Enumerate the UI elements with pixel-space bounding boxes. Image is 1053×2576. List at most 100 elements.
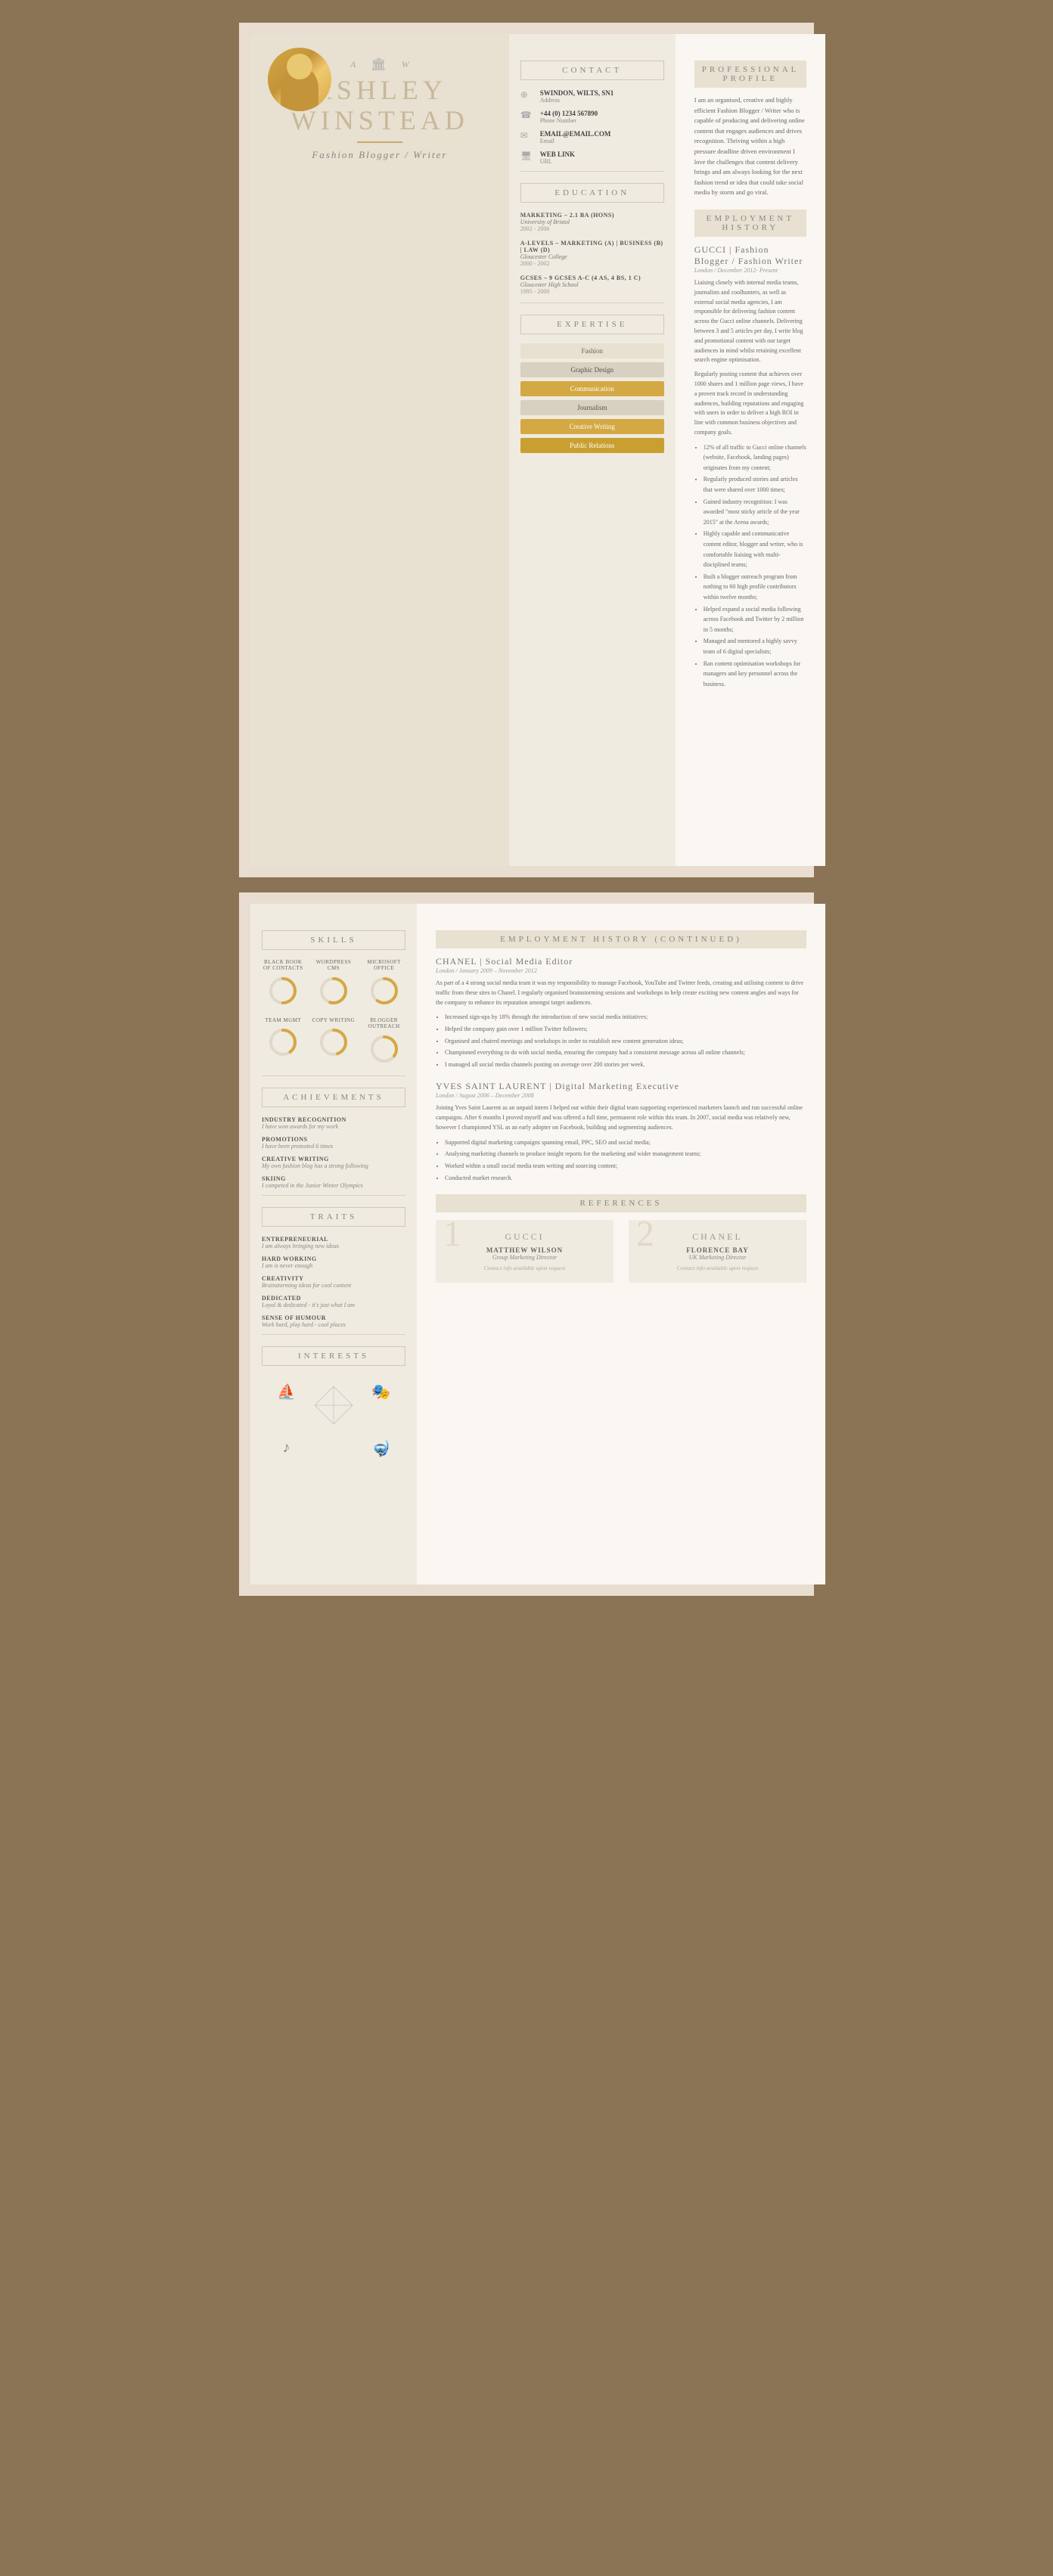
reference-card-1: 2 CHANEL FLORENCE BAY UK Marketing Direc… [629,1220,806,1283]
job-bullets-chanel: Increased sign-ups by 18% through the in… [436,1012,806,1069]
job-desc-ysl-0: Joining Yves Saint Laurent as an unpaid … [436,1103,806,1132]
contact-web-info: WEB LINK URL [540,151,575,165]
edu-school-0: University of Bristol [520,219,664,225]
achievement-title-3: SKIING [262,1175,405,1182]
interests-grid: ⛵ 🎭 ♪ 🤿 [262,1375,405,1466]
employment-continued-header: EMPLOYMENT HISTORY (CONTINUED) [436,930,806,948]
sidebar-divider-1 [520,171,664,172]
interest-icon-3: 🤿 [364,1439,398,1458]
contact-email-info: EMAIL@EMAIL.COM Email [540,130,611,144]
edu-year-2: 1995 - 2000 [520,288,664,295]
edu-item-0: MARKETING – 2.1 BA (Hons) University of … [520,212,664,232]
skills-section-header: SKILLS [262,930,405,950]
web-icon: 🖥 [520,151,534,164]
achievement-desc-2: My own fashion blog has a strong followi… [262,1162,405,1169]
skill-label-3: TEAM MGMT [262,1017,305,1023]
interests-section-header: INTERESTS [262,1346,405,1366]
header-icon-w: W [402,59,409,70]
expertise-item-1: Graphic Design [520,362,664,377]
edu-item-2: GCSEs – 9 GCSEs A-C (4 As, 4 Bs, 1 C) Gl… [520,275,664,295]
contact-phone-info: +44 (0) 1234 567890 Phone Number [540,110,598,124]
ref-name-1: FLORENCE BAY [640,1246,795,1254]
achievement-item-2: CREATIVE WRITING My own fashion blog has… [262,1156,405,1169]
skill-item-0: BLACK BOOK OF CONTACTS [262,959,305,1010]
name-divider [357,141,402,143]
bullet-item: Highly capable and communicative content… [704,529,806,570]
job-desc-0-0: Liaising closely with internal media tea… [694,278,806,365]
expertise-label-2: Communication [570,385,614,393]
bullet-item: Increased sign-ups by 18% through the in… [445,1012,806,1023]
achievement-desc-1: I have been promoted 6 times [262,1143,405,1150]
phone-icon: ☎ [520,110,534,123]
trait-item-0: ENTREPRENEURIAL I am always bringing new… [262,1236,405,1249]
contact-item-web: 🖥 WEB LINK URL [520,151,664,165]
address-label: SWINDON, WILTS, SN1 [540,89,614,97]
skills-grid: BLACK BOOK OF CONTACTS WORDPRESS CMS [262,959,405,1068]
avatar-image [268,48,331,111]
web-label: WEB LINK [540,151,575,158]
job-title: Fashion Blogger / Writer [290,149,469,161]
ref-name-0: MATTHEW WILSON [447,1246,602,1254]
expertise-label-1: Graphic Design [570,366,613,374]
job-bullets-ysl: Supported digital marketing campaigns sp… [436,1137,806,1183]
job-entry-0: GUCCI | Fashion Blogger / Fashion Writer… [694,244,806,689]
page-1-wrapper: A 🏛 W ASHLEY WINSTEAD Fashion Blogger / … [239,23,814,877]
expertise-label-3: Journalism [577,404,607,411]
reference-card-0: 1 GUCCI MATTHEW WILSON Group Marketing D… [436,1220,613,1283]
header-icon-a: A [350,59,356,70]
trait-desc-2: Brainstorming ideas for cool content [262,1282,405,1289]
references-section-header: REFERENCES [436,1194,806,1212]
bullet-item: Supported digital marketing campaigns sp… [445,1137,806,1148]
email-sub: Email [540,138,611,144]
ref-role-1: UK Marketing Director [640,1254,795,1261]
interest-center [311,1383,356,1432]
sidebar-divider-4 [262,1195,405,1196]
trait-item-2: CREATIVITY Brainstorming ideas for cool … [262,1275,405,1289]
expertise-item-4: Creative Writing [520,419,664,434]
page-2: SKILLS BLACK BOOK OF CONTACTS WOR [250,904,825,1584]
skill-ring-4 [318,1027,349,1057]
interest-center-2 [311,1439,356,1458]
edu-degree-2: GCSEs – 9 GCSEs A-C (4 As, 4 Bs, 1 C) [520,275,664,281]
bullet-item: Analysing marketing channels to produce … [445,1149,806,1159]
trait-title-3: DEDICATED [262,1295,405,1302]
bullet-item: Organised and chaired meetings and works… [445,1036,806,1047]
skill-label-4: COPY WRITING [312,1017,356,1023]
achievement-title-2: CREATIVE WRITING [262,1156,405,1162]
education-section-header: EDUCATION [520,183,664,203]
traits-section-header: TRAITS [262,1207,405,1227]
achievements-section-header: ACHIEVEMENTS [262,1088,405,1107]
bullet-item: Worked within a small social media team … [445,1161,806,1172]
skill-item-5: BLOGGER OUTREACH [362,1017,405,1068]
ref-role-0: Group Marketing Director [447,1254,602,1261]
trait-desc-0: I am always bringing new ideas [262,1243,405,1249]
sidebar-2: SKILLS BLACK BOOK OF CONTACTS WOR [250,904,417,1584]
email-label: EMAIL@EMAIL.COM [540,130,611,138]
header-icon-crown: 🏛 [371,57,386,72]
expertise-label-5: Public Relations [570,442,614,449]
job-location-chanel: London / January 2009 – November 2012 [436,967,806,974]
expertise-item-2: Communication [520,381,664,396]
bullet-item: Ran content optimisation workshops for m… [704,659,806,690]
contact-item-address: ⊕ SWINDON, WILTS, SN1 Address [520,89,664,104]
expertise-section-header: EXPERTISE [520,315,664,334]
bullet-item: Managed and mentored a highly savvy team… [704,636,806,656]
sidebar-divider-5 [262,1334,405,1335]
skill-label-2: MICROSOFT OFFICE [362,959,405,972]
phone-label: +44 (0) 1234 567890 [540,110,598,117]
skill-ring-0 [268,976,298,1006]
sidebar: CONTACT ⊕ SWINDON, WILTS, SN1 Address ☎ … [509,34,676,866]
ref-company-0: GUCCI [447,1231,602,1243]
interest-icon-1: 🎭 [364,1383,398,1432]
contact-item-phone: ☎ +44 (0) 1234 567890 Phone Number [520,110,664,124]
trait-title-4: SENSE OF HUMOUR [262,1314,405,1321]
expertise-label-0: Fashion [581,347,603,355]
job-location-ysl: London / August 2006 – December 2008 [436,1092,806,1099]
edu-year-0: 2002 - 2006 [520,225,664,232]
achievement-item-0: INDUSTRY RECOGNITION I have won awards f… [262,1116,405,1130]
skill-ring-1 [318,976,349,1006]
skill-label-1: WORDPRESS CMS [312,959,356,972]
contact-item-email: ✉ EMAIL@EMAIL.COM Email [520,130,664,144]
job-bullets-0: 12% of all traffic to Gucci online chann… [694,442,806,690]
interest-icon-2: ♪ [269,1439,303,1458]
